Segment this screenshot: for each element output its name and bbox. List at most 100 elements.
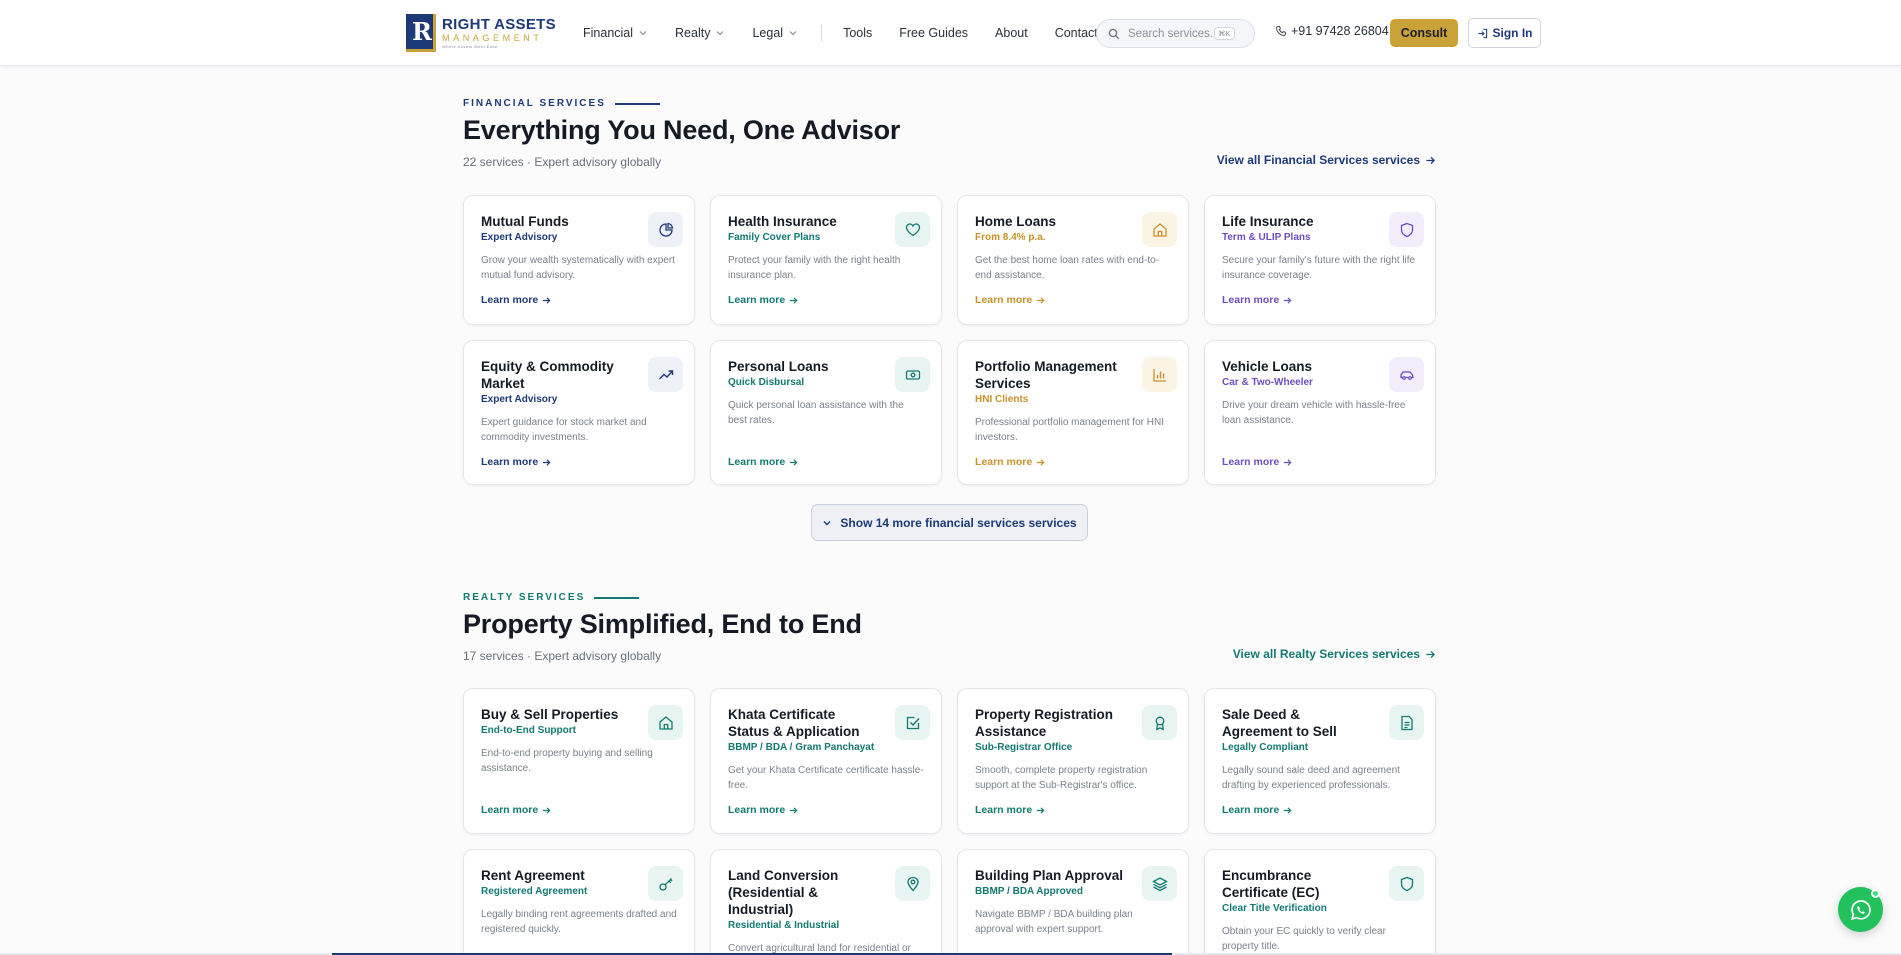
nav-legal[interactable]: Legal xyxy=(752,26,798,40)
service-card-khata-certificate[interactable]: Khata Certificate Status & Application B… xyxy=(710,688,942,834)
section-eyebrow: FINANCIAL SERVICES xyxy=(463,98,1436,109)
service-card-buy-sell-properties[interactable]: Buy & Sell Properties End-to-End Support… xyxy=(463,688,695,834)
card-title: Portfolio Management Services xyxy=(975,359,1117,391)
check-square-icon xyxy=(895,705,930,740)
card-description: End-to-end property buying and selling a… xyxy=(481,748,653,774)
trending-up-icon xyxy=(648,357,683,392)
shield-icon xyxy=(1389,866,1424,901)
show-more-label: Show 14 more financial services services xyxy=(840,515,1077,530)
card-description: Navigate BBMP / BDA building plan approv… xyxy=(975,909,1133,935)
learn-more-link[interactable]: Learn more xyxy=(1222,804,1292,816)
search-shortcut: ⌘K xyxy=(1214,27,1235,40)
service-card-portfolio-management[interactable]: Portfolio Management Services HNI Client… xyxy=(957,340,1189,485)
card-title: Vehicle Loans xyxy=(1222,359,1313,374)
view-all-financial-link[interactable]: View all Financial Services services xyxy=(1217,153,1436,167)
view-all-realty-link[interactable]: View all Realty Services services xyxy=(1233,647,1436,661)
service-card-land-conversion[interactable]: Land Conversion (Residential & Industria… xyxy=(710,849,942,955)
card-title: Buy & Sell Properties xyxy=(481,707,619,722)
nav-contact[interactable]: Contact xyxy=(1055,26,1098,40)
shield-icon xyxy=(1389,212,1424,247)
key-icon xyxy=(648,866,683,901)
arrow-right-icon xyxy=(1426,156,1436,164)
learn-more-link[interactable]: Learn more xyxy=(975,804,1045,816)
service-card-rent-agreement[interactable]: Rent Agreement Registered Agreement Lega… xyxy=(463,849,695,955)
search-input[interactable] xyxy=(1128,27,1214,40)
section-title: Everything You Need, One Advisor xyxy=(463,115,901,145)
nav-about[interactable]: About xyxy=(995,26,1028,40)
learn-more-link[interactable]: Learn more xyxy=(1222,456,1292,468)
arrow-right-icon xyxy=(543,806,551,814)
arrow-right-icon xyxy=(543,458,551,466)
card-title: Khata Certificate Status & Application xyxy=(728,707,860,739)
nav-financial[interactable]: Financial xyxy=(583,26,648,40)
service-card-mutual-funds[interactable]: Mutual Funds Expert Advisory Grow your w… xyxy=(463,195,695,325)
nav-free-guides[interactable]: Free Guides xyxy=(899,26,968,40)
chevron-down-icon xyxy=(823,520,831,525)
arrow-right-icon xyxy=(1284,806,1292,814)
arrow-right-icon xyxy=(1284,458,1292,466)
arrow-right-icon xyxy=(790,296,798,304)
learn-more-link[interactable]: Learn more xyxy=(728,456,798,468)
service-card-life-insurance[interactable]: Life Insurance Term & ULIP Plans Secure … xyxy=(1204,195,1436,325)
card-tag: Expert Advisory xyxy=(481,394,558,405)
card-title: Sale Deed & Agreement to Sell xyxy=(1222,707,1337,739)
card-title: Rent Agreement xyxy=(481,868,585,883)
service-card-health-insurance[interactable]: Health Insurance Family Cover Plans Prot… xyxy=(710,195,942,325)
learn-more-link[interactable]: Learn more xyxy=(975,294,1045,306)
sign-in-icon xyxy=(1477,28,1487,38)
pie-chart-icon xyxy=(648,212,683,247)
phone-icon xyxy=(1275,26,1286,37)
learn-more-link[interactable]: Learn more xyxy=(481,456,551,468)
learn-more-link[interactable]: Learn more xyxy=(975,456,1045,468)
layers-icon xyxy=(1142,866,1177,901)
service-card-home-loans[interactable]: Home Loans From 8.4% p.a. Get the best h… xyxy=(957,195,1189,325)
learn-more-link[interactable]: Learn more xyxy=(481,294,551,306)
home-icon xyxy=(648,705,683,740)
learn-more-link[interactable]: Learn more xyxy=(1222,294,1292,306)
sign-in-button[interactable]: Sign In xyxy=(1468,18,1541,48)
logo-subtitle: MANAGEMENT xyxy=(442,32,543,43)
arrow-right-icon xyxy=(790,458,798,466)
card-title: Personal Loans xyxy=(728,359,829,374)
logo-title: RIGHT ASSETS xyxy=(442,15,556,33)
nav-tools[interactable]: Tools xyxy=(843,26,872,40)
card-description: Grow your wealth systematically with exp… xyxy=(481,255,675,281)
consult-button[interactable]: Consult xyxy=(1390,19,1458,47)
service-card-building-plan-approval[interactable]: Building Plan Approval BBMP / BDA Approv… xyxy=(957,849,1189,955)
chevron-down-icon xyxy=(717,31,724,36)
home-icon xyxy=(1142,212,1177,247)
learn-more-link[interactable]: Learn more xyxy=(481,804,551,816)
brand-logo[interactable]: R RIGHT ASSETS MANAGEMENT Where Assets M… xyxy=(406,14,558,52)
learn-more-link[interactable]: Learn more xyxy=(728,294,798,306)
arrow-right-icon xyxy=(1037,458,1045,466)
service-card-vehicle-loans[interactable]: Vehicle Loans Car & Two-Wheeler Drive yo… xyxy=(1204,340,1436,485)
service-card-property-registration[interactable]: Property Registration Assistance Sub-Reg… xyxy=(957,688,1189,834)
service-card-encumbrance-certificate[interactable]: Encumbrance Certificate (EC) Clear Title… xyxy=(1204,849,1436,955)
phone-link[interactable]: +91 97428 26804 xyxy=(1275,24,1389,38)
card-tag: Sub-Registrar Office xyxy=(975,742,1073,753)
card-title: Equity & Commodity Market xyxy=(481,359,614,391)
card-tag: Legally Compliant xyxy=(1222,742,1309,753)
card-description: Quick personal loan assistance with the … xyxy=(728,400,904,426)
card-description: Professional portfolio management for HN… xyxy=(975,417,1164,443)
service-card-equity-commodity[interactable]: Equity & Commodity Market Expert Advisor… xyxy=(463,340,695,485)
card-description: Drive your dream vehicle with hassle-fre… xyxy=(1222,400,1406,426)
arrow-right-icon xyxy=(1284,296,1292,304)
card-description: Smooth, complete property registration s… xyxy=(975,765,1148,791)
site-header: R RIGHT ASSETS MANAGEMENT Where Assets M… xyxy=(0,0,1901,66)
nav-realty[interactable]: Realty xyxy=(675,26,725,40)
realty-services-section: REALTY SERVICES Property Simplified, End… xyxy=(463,592,1436,955)
service-card-personal-loans[interactable]: Personal Loans Quick Disbursal Quick per… xyxy=(710,340,942,485)
bar-chart-icon xyxy=(1142,357,1177,392)
section-title: Property Simplified, End to End xyxy=(463,609,862,639)
service-card-sale-deed[interactable]: Sale Deed & Agreement to Sell Legally Co… xyxy=(1204,688,1436,834)
learn-more-link[interactable]: Learn more xyxy=(728,804,798,816)
show-more-financial-button[interactable]: Show 14 more financial services services xyxy=(811,504,1088,541)
search-box[interactable]: ⌘K xyxy=(1096,19,1255,48)
arrow-right-icon xyxy=(1037,296,1045,304)
card-description: Legally sound sale deed and agreement dr… xyxy=(1222,765,1400,791)
arrow-right-icon xyxy=(790,806,798,814)
main-nav: Financial Realty Legal Tools Free Guides… xyxy=(583,0,1125,66)
document-icon xyxy=(1389,705,1424,740)
heart-icon xyxy=(895,212,930,247)
